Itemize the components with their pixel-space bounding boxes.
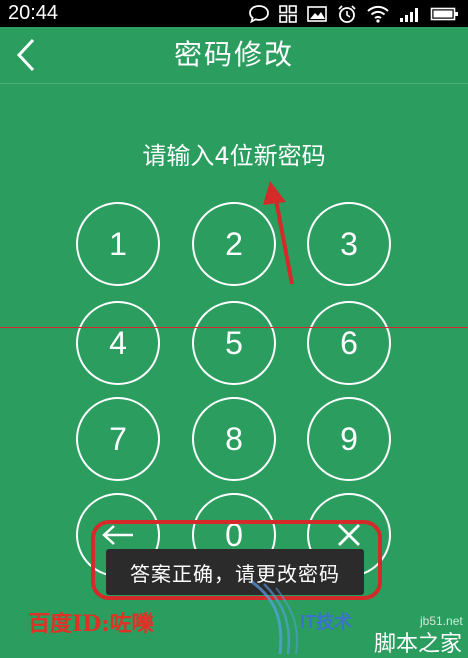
toast-message: 答案正确，请更改密码 bbox=[106, 549, 364, 595]
watermark-text: 脚本之家 bbox=[374, 632, 463, 657]
watermark-brand: IT技术 bbox=[300, 612, 352, 632]
key-1[interactable]: 1 bbox=[76, 202, 160, 286]
key-6[interactable]: 6 bbox=[307, 301, 391, 385]
key-3[interactable]: 3 bbox=[307, 202, 391, 286]
key-2[interactable]: 2 bbox=[192, 202, 276, 286]
key-5[interactable]: 5 bbox=[192, 301, 276, 385]
key-9[interactable]: 9 bbox=[307, 397, 391, 481]
author-credit: 百度ID:咗嚛 bbox=[28, 611, 154, 637]
key-7[interactable]: 7 bbox=[76, 397, 160, 481]
annotation-line bbox=[0, 327, 468, 328]
key-4[interactable]: 4 bbox=[76, 301, 160, 385]
key-8[interactable]: 8 bbox=[192, 397, 276, 481]
